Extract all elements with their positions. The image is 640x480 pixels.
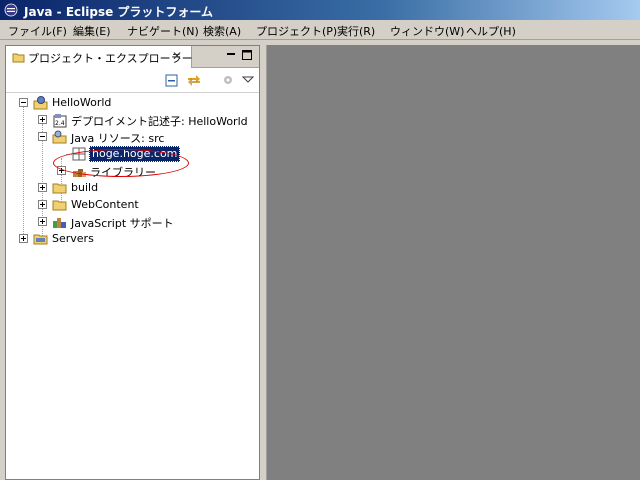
collapse-toggle[interactable] xyxy=(19,98,28,107)
window-title: Java - Eclipse プラットフォーム xyxy=(24,5,214,19)
tree-label: build xyxy=(71,181,99,194)
eclipse-app-icon xyxy=(4,3,18,17)
folder-icon xyxy=(12,53,25,63)
expand-toggle[interactable] xyxy=(38,115,47,124)
package-icon xyxy=(72,147,86,161)
collapse-all-icon[interactable] xyxy=(164,72,180,88)
menubar: ファイル(F) 編集(E) ナビゲート(N) 検索(A) プロジェクト(P) 実… xyxy=(0,20,640,40)
tab-project-explorer[interactable]: プロジェクト・エクスプローラー ✕ xyxy=(6,46,193,68)
expand-toggle[interactable] xyxy=(38,183,47,192)
tree-connector xyxy=(23,107,25,242)
menu-navigate[interactable]: ナビゲート(N) xyxy=(127,23,199,39)
window-titlebar: Java - Eclipse プラットフォーム xyxy=(0,0,640,20)
expand-toggle[interactable] xyxy=(38,217,47,226)
expand-toggle[interactable] xyxy=(57,166,66,175)
menu-edit[interactable]: 編集(E) xyxy=(73,23,111,39)
tree-label-selected: hoge.hoge.com xyxy=(89,146,181,162)
javascript-support-icon xyxy=(53,218,66,228)
menu-help[interactable]: ヘルプ(H) xyxy=(466,23,516,39)
minimize-icon[interactable] xyxy=(227,50,236,59)
menu-project[interactable]: プロジェクト(P) xyxy=(256,23,337,39)
collapse-toggle[interactable] xyxy=(38,132,47,141)
workbench-area: プロジェクト・エクスプローラー ✕ HelloWorld 2.4 デプロイメント… xyxy=(0,40,640,480)
menu-window[interactable]: ウィンドウ(W) xyxy=(390,23,464,39)
folder-icon xyxy=(52,183,67,194)
folder-icon xyxy=(52,200,67,211)
maximize-icon[interactable] xyxy=(242,50,252,60)
menu-run[interactable]: 実行(R) xyxy=(337,23,375,39)
menu-search[interactable]: 検索(A) xyxy=(203,23,241,39)
view-toolbar xyxy=(6,68,259,93)
tree-label: Servers xyxy=(52,232,94,245)
view-menu-icon[interactable] xyxy=(240,72,256,88)
deployment-descriptor-icon: 2.4 xyxy=(53,114,67,128)
tree-label: JavaScript サポート xyxy=(71,217,174,230)
menu-file[interactable]: ファイル(F) xyxy=(8,23,67,39)
filter-icon[interactable] xyxy=(220,72,236,88)
project-explorer-view: プロジェクト・エクスプローラー ✕ HelloWorld 2.4 デプロイメント… xyxy=(5,45,260,480)
library-icon xyxy=(73,169,86,177)
tree-label: Java リソース: src xyxy=(71,132,165,145)
editor-area xyxy=(266,45,640,480)
expand-toggle[interactable] xyxy=(19,234,28,243)
expand-toggle[interactable] xyxy=(38,200,47,209)
tree-label: HelloWorld xyxy=(52,96,112,109)
tree-label: ライブラリー xyxy=(90,166,156,179)
tree-label: WebContent xyxy=(71,198,139,211)
view-header xyxy=(192,46,259,68)
link-with-editor-icon[interactable] xyxy=(186,72,202,88)
close-icon[interactable]: ✕ xyxy=(172,49,182,63)
tab-label: プロジェクト・エクスプローラー xyxy=(28,52,193,65)
web-project-icon xyxy=(33,96,48,110)
tree-label: デプロイメント記述子: HelloWorld xyxy=(71,115,248,128)
folder-icon xyxy=(33,234,48,245)
svg-text:2.4: 2.4 xyxy=(55,120,65,127)
java-resources-icon xyxy=(52,130,67,144)
